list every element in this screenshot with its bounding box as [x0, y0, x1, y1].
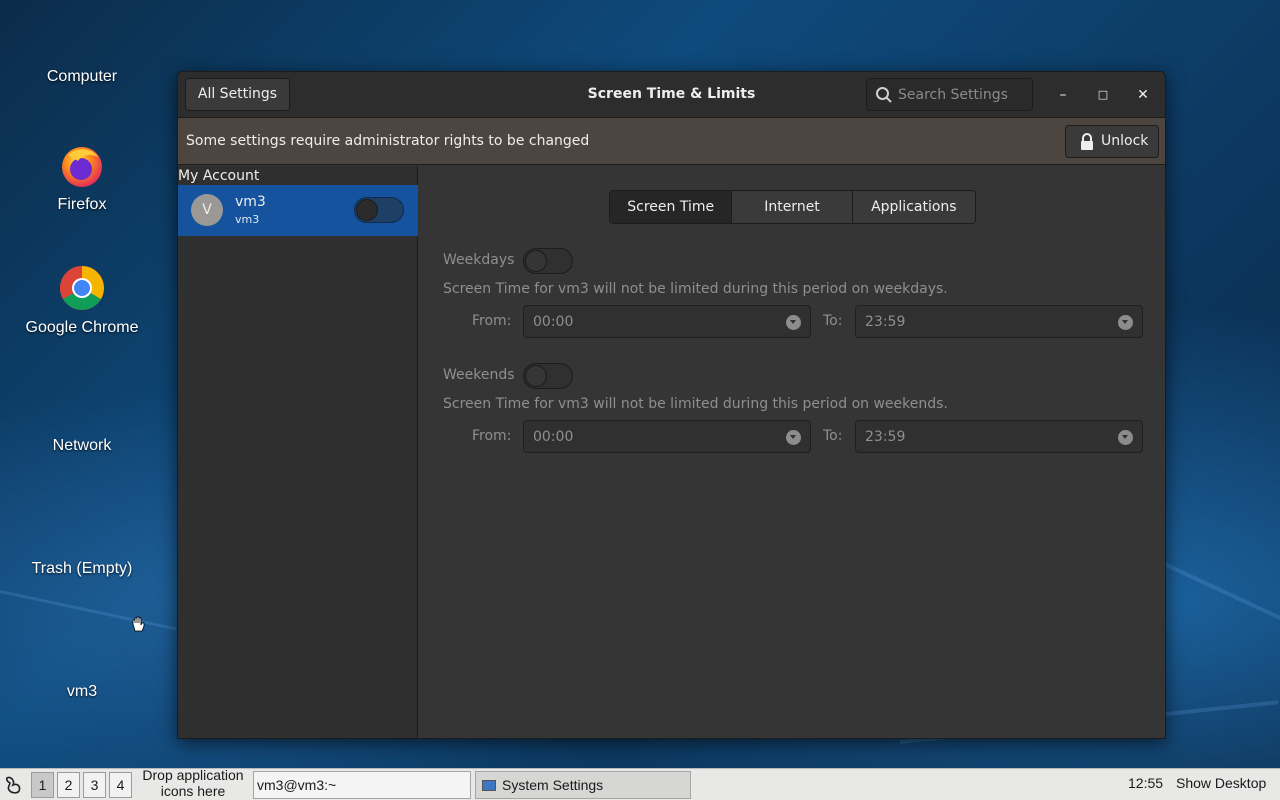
weekends-toggle[interactable] [523, 363, 573, 389]
desktop-icon-home[interactable]: vm3 [7, 683, 157, 701]
screen-time-panel: Screen Time Internet Applications Weekda… [419, 166, 1165, 738]
taskbar-settings-window[interactable]: System Settings [475, 771, 691, 799]
search-icon [876, 87, 892, 103]
weekdays-description: Screen Time for vm3 will not be limited … [443, 281, 948, 297]
desktop-icon-label: vm3 [66, 683, 98, 700]
weekdays-toggle[interactable] [523, 248, 573, 274]
desktop-icon-network[interactable]: Network [7, 437, 157, 455]
show-desktop-button[interactable]: Show Desktop [1176, 775, 1266, 791]
toggle-knob [356, 199, 378, 221]
weekends-to-value: 23:59 [865, 429, 906, 445]
admin-rights-message: Some settings require administrator righ… [186, 133, 590, 149]
tab-applications[interactable]: Applications [852, 191, 975, 223]
workspace-1-button[interactable]: 1 [31, 772, 54, 798]
chevron-down-icon [786, 315, 801, 330]
desktop-icon-label: Network [52, 437, 112, 454]
firefox-icon [62, 147, 102, 187]
header-bar: All Settings Screen Time & Limits Search… [178, 72, 1165, 118]
desktop-icon-computer[interactable]: Computer [7, 68, 157, 86]
desktop-icon-label: Firefox [57, 196, 107, 213]
desktop-icon-label: Trash (Empty) [31, 560, 133, 577]
workspace-4-button[interactable]: 4 [109, 772, 132, 798]
desktop-icon-label: Computer [46, 68, 118, 85]
search-placeholder: Search Settings [898, 87, 1008, 103]
settings-window: All Settings Screen Time & Limits Search… [177, 71, 1166, 739]
weekends-from-label: From: [472, 428, 512, 444]
whisker-menu-icon[interactable] [3, 773, 27, 797]
weekends-description: Screen Time for vm3 will not be limited … [443, 396, 948, 412]
weekends-to-label: To: [823, 428, 843, 444]
weekends-from-select[interactable]: 00:00 [523, 420, 811, 453]
weekends-from-value: 00:00 [533, 429, 574, 445]
weekends-to-select[interactable]: 23:59 [855, 420, 1143, 453]
weekdays-from-select[interactable]: 00:00 [523, 305, 811, 338]
taskbar: 1 2 3 4 Drop application icons here vm3@… [0, 767, 1280, 800]
tab-internet[interactable]: Internet [732, 191, 853, 223]
view-switcher: Screen Time Internet Applications [609, 190, 976, 224]
toggle-knob [525, 365, 547, 387]
settings-app-icon [482, 780, 496, 791]
unlock-button[interactable]: Unlock [1065, 125, 1159, 158]
sidebar-section-title: My Account [178, 168, 260, 184]
workspace-2-button[interactable]: 2 [57, 772, 80, 798]
desktop-icon-label: Google Chrome [25, 319, 139, 336]
desktop-icon-chrome[interactable]: Google Chrome [7, 264, 157, 337]
toggle-knob [525, 250, 547, 272]
sidebar-item-account[interactable]: V vm3 vm3 [178, 185, 418, 236]
chevron-down-icon [786, 430, 801, 445]
chevron-down-icon [1118, 315, 1133, 330]
weekdays-from-value: 00:00 [533, 314, 574, 330]
wallpaper-ray [1159, 560, 1280, 623]
weekends-label: Weekends [443, 367, 515, 383]
desktop-icon-firefox[interactable]: Firefox [7, 141, 157, 214]
account-username: vm3 [235, 213, 260, 226]
close-button[interactable]: ✕ [1128, 80, 1158, 110]
tab-screen-time[interactable]: Screen Time [610, 191, 733, 223]
chevron-down-icon [1118, 430, 1133, 445]
chrome-icon [60, 266, 104, 310]
accounts-sidebar: My Account V vm3 vm3 [178, 166, 418, 738]
launcher-drop-hint: Drop application icons here [142, 767, 244, 799]
unlock-label: Unlock [1101, 133, 1149, 149]
wallpaper-ray [0, 590, 177, 631]
maximize-button[interactable]: □ [1088, 80, 1118, 110]
search-field[interactable]: Search Settings [866, 78, 1033, 111]
avatar: V [191, 194, 223, 226]
workspace-3-button[interactable]: 3 [83, 772, 106, 798]
weekdays-to-select[interactable]: 23:59 [855, 305, 1143, 338]
weekdays-to-label: To: [823, 313, 843, 329]
desktop-icon-trash[interactable]: Trash (Empty) [7, 560, 157, 578]
clock[interactable]: 12:55 [1128, 775, 1163, 791]
minimize-button[interactable]: – [1048, 80, 1078, 110]
taskbar-terminal-window[interactable]: vm3@vm3:~ [253, 771, 471, 799]
hand-cursor-icon [132, 616, 145, 632]
weekdays-from-label: From: [472, 313, 512, 329]
taskbar-settings-label: System Settings [502, 777, 604, 793]
account-enable-toggle[interactable] [354, 197, 404, 223]
weekdays-label: Weekdays [443, 252, 515, 268]
weekdays-to-value: 23:59 [865, 314, 906, 330]
admin-infobar: Some settings require administrator righ… [178, 118, 1165, 165]
lock-icon [1081, 133, 1093, 150]
account-name: vm3 [235, 194, 266, 210]
